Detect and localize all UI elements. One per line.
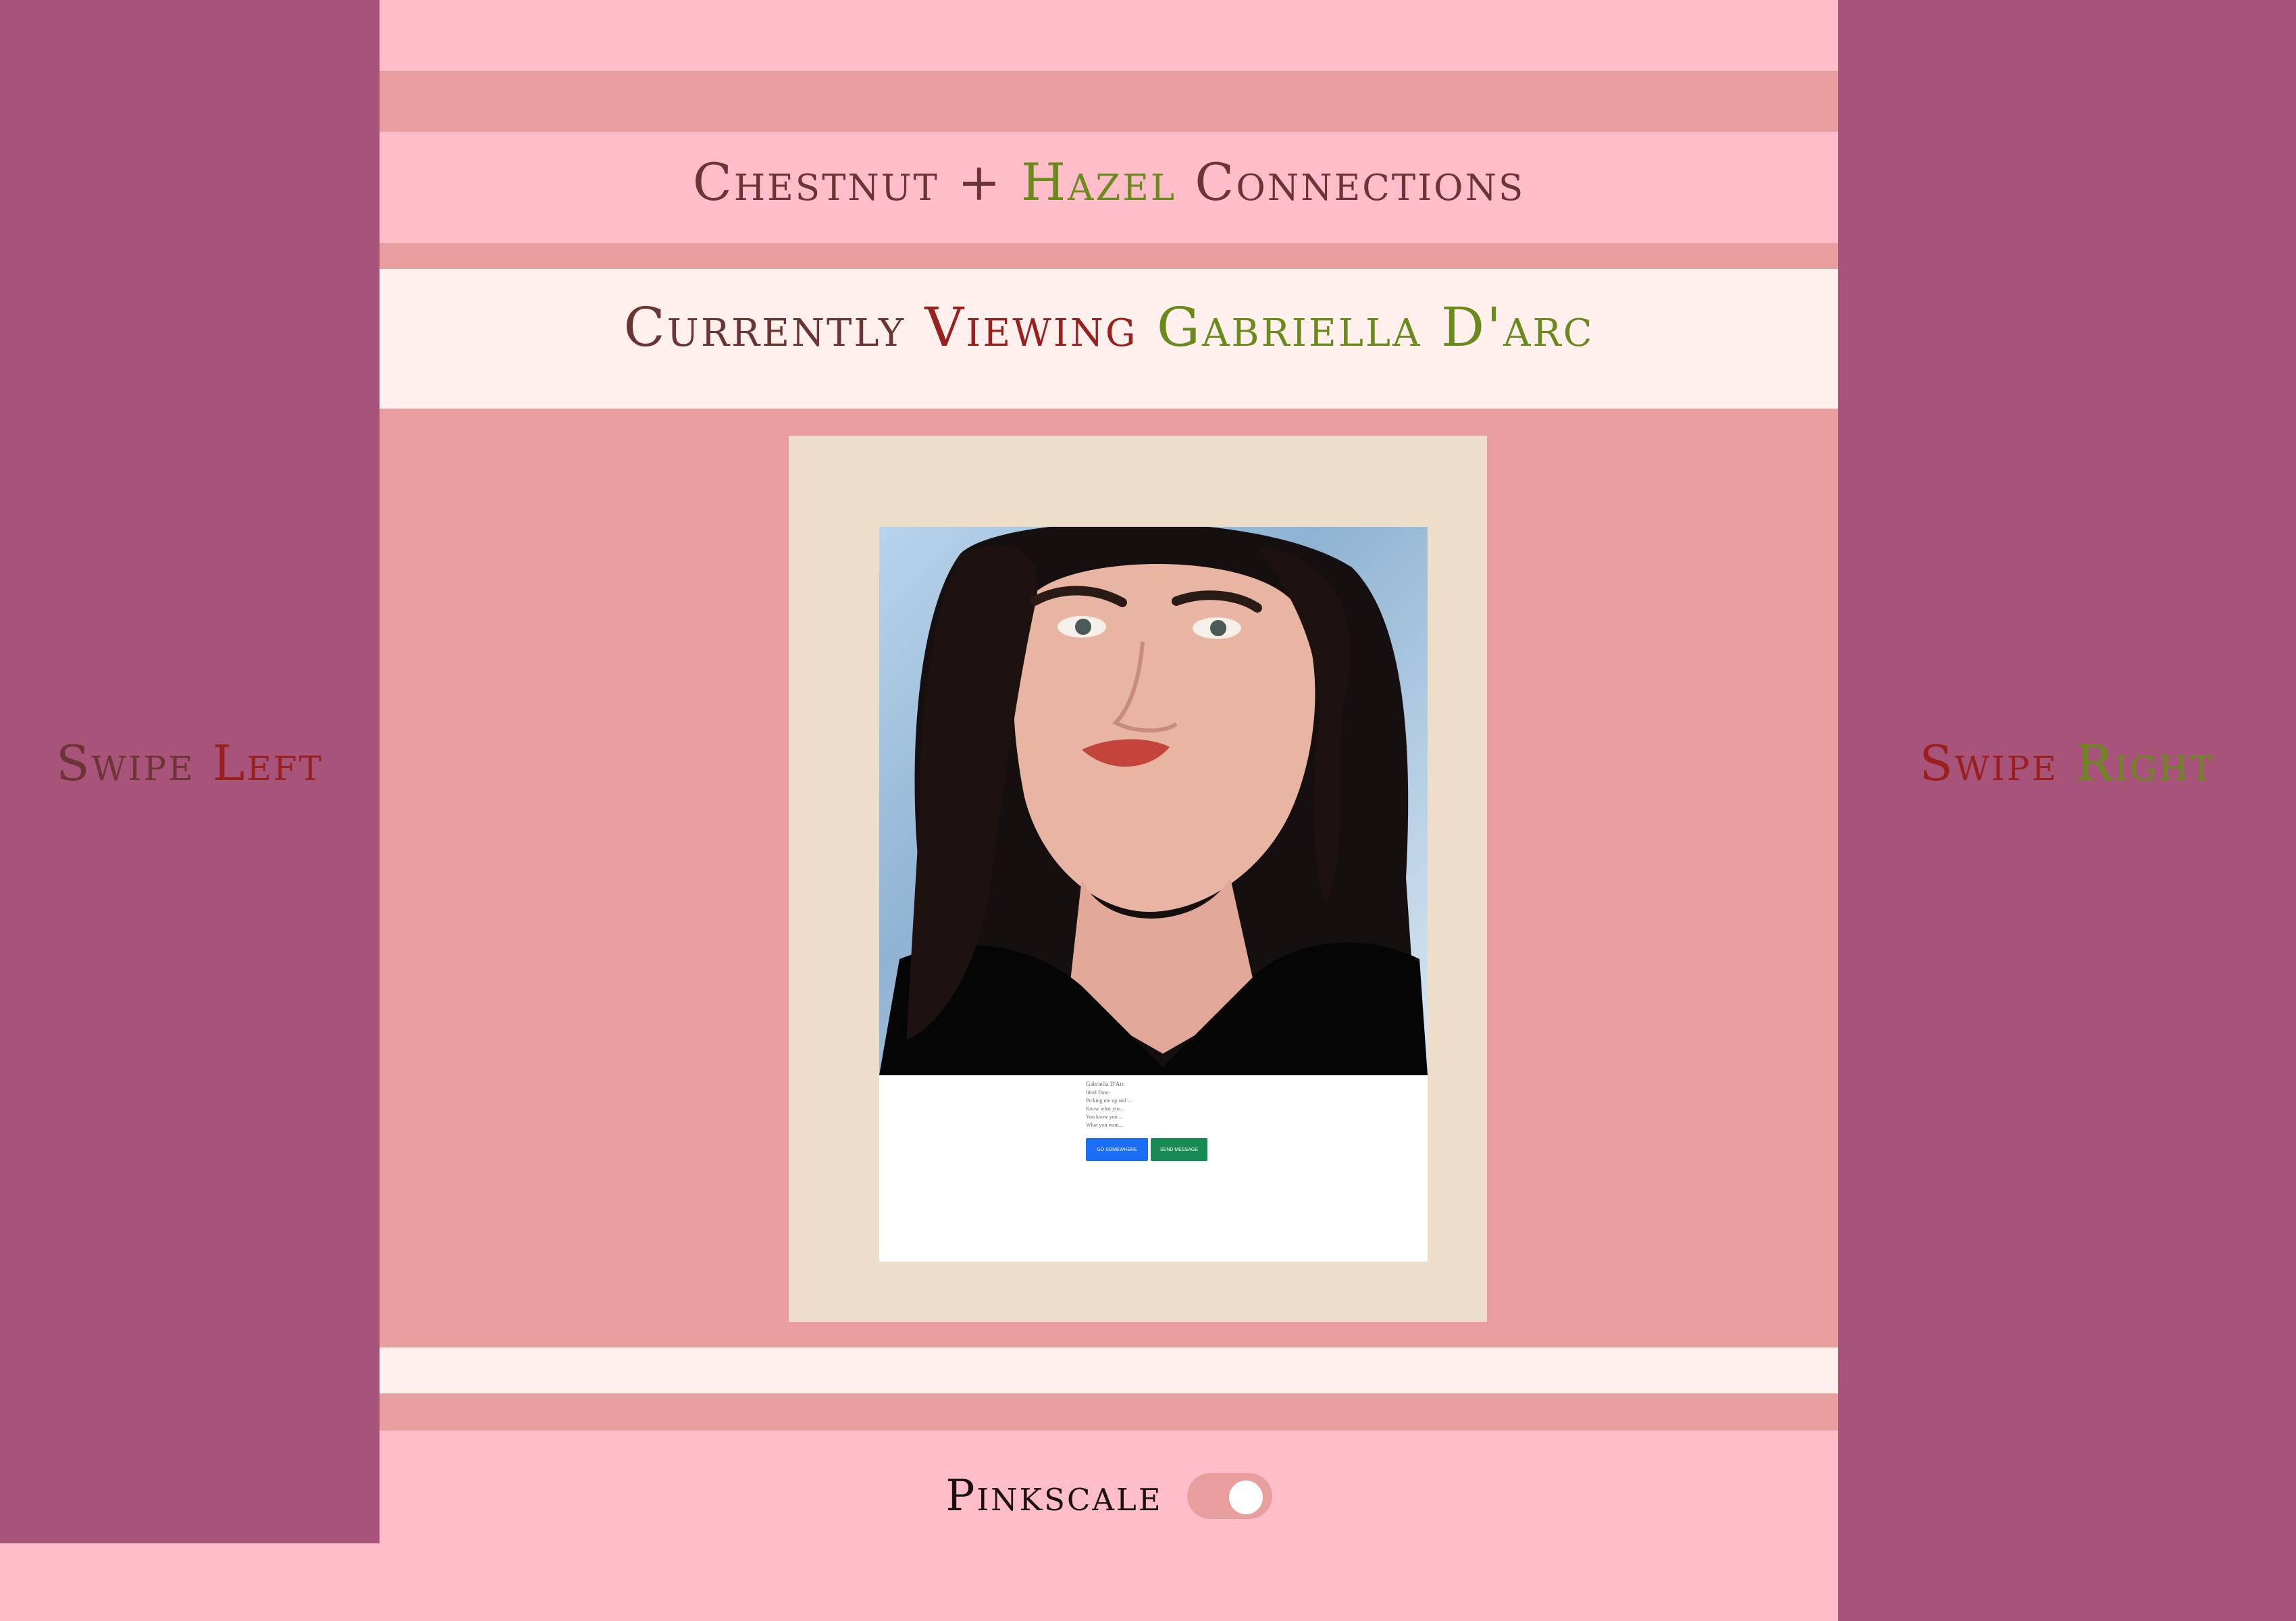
profile-name-line: Gabriella D'Arc — [1086, 1081, 1125, 1087]
profile-line: What you want... — [1086, 1122, 1123, 1128]
currently-viewing-heading: Currently Viewing Gabriella D'arc — [380, 294, 1838, 361]
swipe-left-word: Swipe — [56, 735, 195, 792]
title-part-chestnut: Chestnut + — [692, 152, 1003, 212]
send-message-button[interactable]: Send message — [1151, 1138, 1207, 1161]
swipe-left-direction: Left — [212, 735, 323, 792]
pinkscale-label: Pinkscale — [945, 1471, 1163, 1521]
profile-line: Picking me up and ... — [1086, 1098, 1132, 1104]
swipe-right-direction: Right — [2075, 735, 2215, 792]
footer-band — [380, 1393, 1838, 1431]
profile-photo — [879, 527, 1428, 1075]
title-part-connections: Connections — [1195, 152, 1525, 212]
swipe-right-panel[interactable]: Swipe Right — [1838, 0, 2296, 1621]
app-title: Chestnut + Hazel Connections — [380, 149, 1838, 216]
profile-line: You know you ... — [1086, 1114, 1123, 1120]
profile-actions: Go somewhere Send message — [1086, 1138, 1207, 1161]
portrait-image — [879, 527, 1428, 1075]
viewing-prefix: Currently — [623, 296, 906, 359]
toggle-knob[interactable] — [1228, 1481, 1263, 1514]
profile-line: Know what you... — [1086, 1106, 1125, 1112]
viewing-verb: Viewing — [924, 296, 1138, 359]
swipe-left-label: Swipe Left — [0, 736, 380, 790]
swipe-right-word: Swipe — [1919, 735, 2058, 792]
footer-light-band — [380, 1347, 1838, 1393]
title-part-hazel: Hazel — [1020, 152, 1177, 212]
pinkscale-control: Pinkscale — [380, 1466, 1838, 1526]
header-band — [380, 71, 1838, 132]
profile-details: Gabriella D'Arc Ideal Date: Picking me u… — [1086, 1079, 1410, 1129]
swipe-right-label: Swipe Right — [1838, 736, 2296, 790]
pinkscale-toggle[interactable] — [1186, 1473, 1272, 1519]
profile-line: Ideal Date: — [1086, 1089, 1110, 1096]
viewing-name: Gabriella D'arc — [1157, 296, 1594, 359]
swipe-left-panel[interactable]: Swipe Left — [0, 0, 380, 1543]
profile-card[interactable]: Gabriella D'Arc Ideal Date: Picking me u… — [879, 527, 1428, 1262]
divider-band — [380, 243, 1838, 269]
go-somewhere-button[interactable]: Go somewhere — [1086, 1138, 1148, 1161]
